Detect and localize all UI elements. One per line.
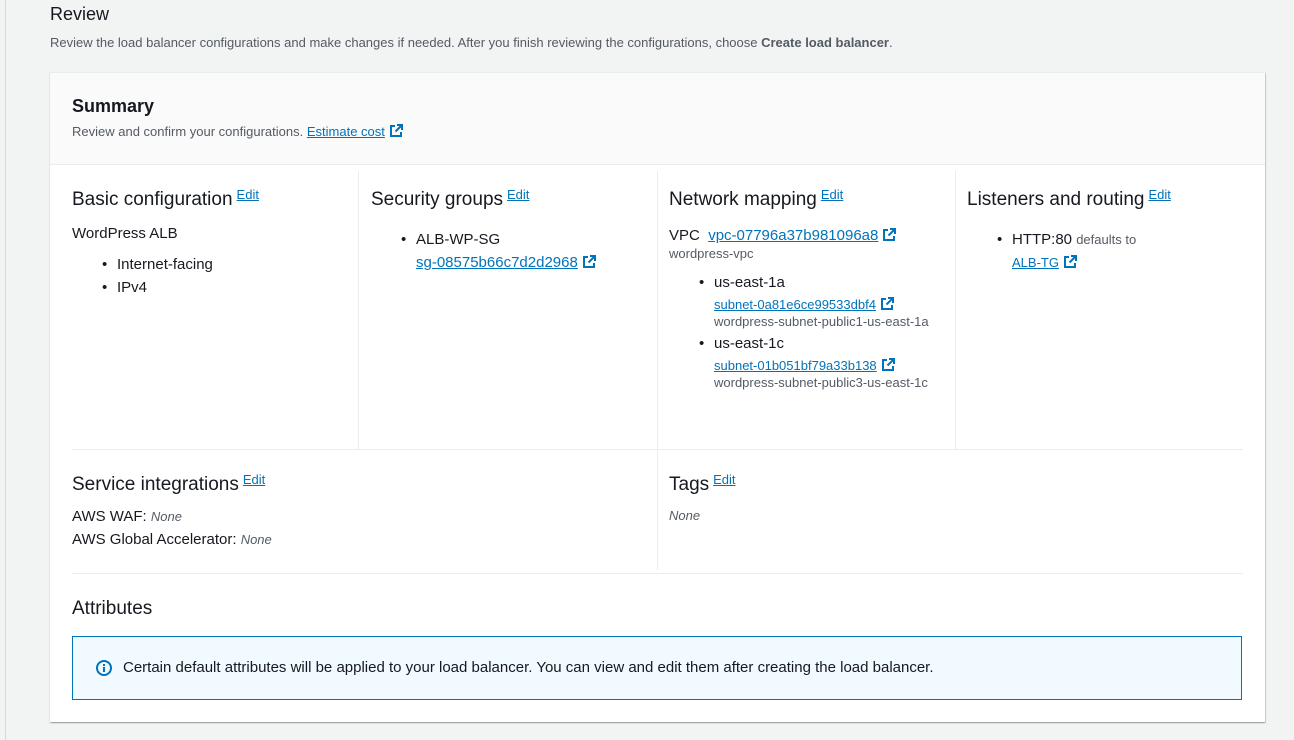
summary-card: Summary Review and confirm your configur… (50, 72, 1265, 722)
security-group-id-link[interactable]: sg-08575b66c7d2d2968 (416, 254, 578, 271)
external-link-icon[interactable] (881, 358, 895, 372)
aws-waf-value: None (150, 509, 182, 524)
listeners-section: Listeners and routingEdit HTTP:80 defaul… (967, 171, 1247, 449)
summary-description: Review and confirm your configurations. … (72, 124, 403, 139)
review-description-text: Review the load balancer configurations … (50, 35, 762, 50)
security-group-name: ALB-WP-SG (416, 231, 501, 248)
security-groups-title: Security groups Edit (371, 187, 651, 211)
basic-configuration-title: Basic configuration Edit (72, 187, 352, 211)
basic-configuration-title-text: Basic configuration (72, 189, 233, 210)
listeners-edit-link[interactable]: Edit (1148, 187, 1170, 202)
column-divider (358, 171, 359, 449)
estimate-cost-label: Estimate cost (306, 124, 385, 139)
page-left-border (5, 0, 6, 740)
security-groups-list: ALB-WP-SG sg-08575b66c7d2d2968 (371, 231, 651, 271)
estimate-cost-link[interactable]: Estimate cost (307, 124, 385, 139)
network-mapping-title: Network mapping Edit (669, 187, 954, 211)
aws-waf-label: AWS WAF: (72, 508, 147, 525)
vpc-name: wordpress-vpc (669, 246, 754, 261)
defaults-to-label: defaults to (1076, 232, 1137, 247)
tags-section: Tags Edit None (669, 450, 1229, 570)
subnet-item: us-east-1a subnet-0a81e6ce99533dbf4 word… (699, 274, 954, 329)
attributes-info-text: Certain default attributes will be appli… (123, 659, 934, 676)
service-integrations-section: Service integrations Edit AWS WAF: None A… (72, 450, 652, 570)
column-divider (955, 171, 956, 449)
scheme-item: Internet-facing (102, 256, 352, 273)
global-accelerator-label: AWS Global Accelerator: (72, 531, 237, 548)
network-mapping-edit-link[interactable]: Edit (821, 187, 843, 202)
info-icon (96, 660, 112, 676)
basic-configuration-edit-link[interactable]: Edit (237, 187, 259, 202)
review-description-suffix: . (889, 35, 893, 50)
network-mapping-section: Network mapping Edit VPC vpc-07796a37b981… (669, 171, 954, 449)
target-group-link[interactable]: ALB-TG (1012, 255, 1059, 270)
vpc-id-link[interactable]: vpc-07796a37b981096a8 (708, 227, 878, 244)
tags-value: None (669, 508, 701, 523)
service-integrations-title: Service integrations Edit (72, 472, 652, 496)
subnet-name: wordpress-subnet-public1-us-east-1a (714, 314, 929, 329)
aws-global-accelerator-row: AWS Global Accelerator: None (72, 531, 652, 548)
ip-type-item: IPv4 (102, 279, 352, 296)
attributes-info-alert: Certain default attributes will be appli… (72, 636, 1242, 700)
external-link-icon[interactable] (389, 124, 403, 138)
summary-header: Summary Review and confirm your configur… (50, 73, 1265, 165)
subnet-item: us-east-1c subnet-01b051bf79a33b138 word… (699, 335, 954, 390)
summary-title: Summary (72, 96, 155, 116)
service-integrations-edit-link[interactable]: Edit (243, 472, 265, 487)
security-group-item: ALB-WP-SG sg-08575b66c7d2d2968 (401, 231, 651, 271)
summary-description-text: Review and confirm your configurations. (72, 124, 304, 139)
security-groups-title-text: Security groups (371, 189, 504, 210)
aws-waf-row: AWS WAF: None (72, 508, 652, 525)
security-groups-edit-link[interactable]: Edit (507, 187, 529, 202)
external-link-icon[interactable] (582, 255, 596, 269)
tags-title-text: Tags (669, 474, 710, 495)
listeners-title: Listeners and routing Edit (967, 187, 1247, 211)
section-divider (72, 573, 1243, 574)
listener-protocol: HTTP:80 (1012, 231, 1073, 248)
vpc-label: VPC (669, 227, 700, 244)
subnet-id-link[interactable]: subnet-01b051bf79a33b138 (714, 358, 877, 373)
subnet-id-link[interactable]: subnet-0a81e6ce99533dbf4 (714, 297, 876, 312)
availability-zone: us-east-1c (714, 335, 785, 352)
basic-configuration-section: Basic configuration Edit WordPress ALB In… (72, 171, 352, 449)
review-description-bold: Create load balancer (761, 35, 889, 50)
load-balancer-name: WordPress ALB (72, 225, 178, 242)
security-groups-section: Security groupsEdit ALB-WP-SG sg-08575b6… (371, 171, 651, 449)
external-link-icon[interactable] (880, 297, 894, 311)
external-link-icon[interactable] (1063, 255, 1077, 269)
external-link-icon[interactable] (882, 228, 897, 242)
subnet-list: us-east-1a subnet-0a81e6ce99533dbf4 word… (669, 274, 954, 390)
network-mapping-title-text: Network mapping (669, 189, 817, 210)
column-divider (657, 450, 658, 570)
vpc-row: VPC vpc-07796a37b981096a8 (669, 227, 954, 244)
service-integrations-title-text: Service integrations (72, 474, 239, 495)
attributes-title: Attributes (72, 598, 153, 619)
basic-configuration-list: Internet-facing IPv4 (72, 256, 352, 296)
global-accelerator-value: None (240, 532, 272, 547)
subnet-name: wordpress-subnet-public3-us-east-1c (714, 375, 928, 390)
listener-item: HTTP:80 defaults to ALB-TG (997, 231, 1247, 271)
listeners-list: HTTP:80 defaults to ALB-TG (967, 231, 1247, 271)
review-description: Review the load balancer configurations … (50, 35, 893, 50)
listeners-title-text: Listeners and routing (967, 189, 1145, 210)
availability-zone: us-east-1a (714, 274, 785, 291)
tags-edit-link[interactable]: Edit (713, 472, 735, 487)
review-heading: Review (50, 4, 110, 24)
tags-title: Tags Edit (669, 472, 1229, 496)
column-divider (657, 171, 658, 449)
